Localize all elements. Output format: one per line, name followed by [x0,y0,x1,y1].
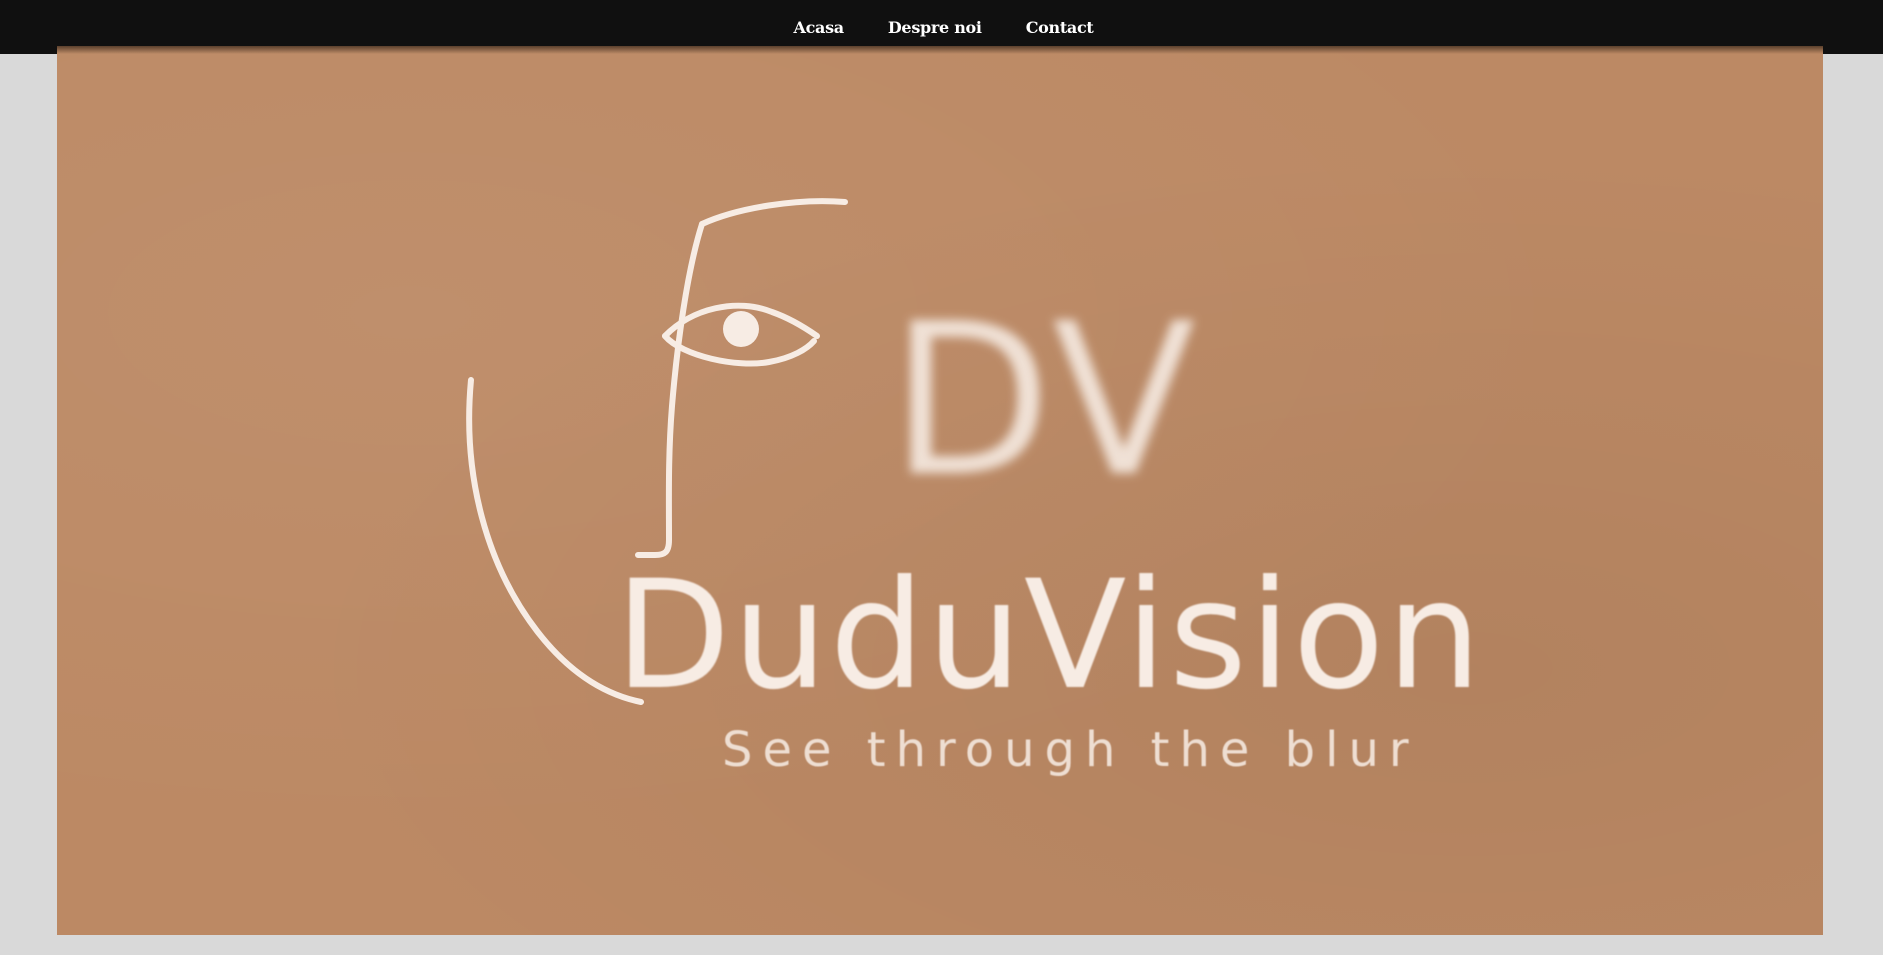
nav-link-acasa[interactable]: Acasa [793,18,844,37]
hero-banner: DV DuduVision See through the blur [57,46,1823,935]
forehead-line [699,198,848,227]
nav-item-contact: Contact [1026,18,1094,37]
nav-link-despre-noi[interactable]: Despre noi [888,18,982,37]
nav-link-contact[interactable]: Contact [1026,18,1094,37]
nav-menu: Acasa Despre noi Contact [793,18,1093,37]
nav-item-despre-noi: Despre noi [888,18,982,37]
brand-name: DuduVision [615,549,1484,723]
eye-pupil [723,311,759,347]
brand-tagline: See through the blur [722,722,1419,778]
dv-monogram: DV [890,278,1200,523]
nav-item-acasa: Acasa [793,18,844,37]
nose-profile-line [635,221,705,558]
